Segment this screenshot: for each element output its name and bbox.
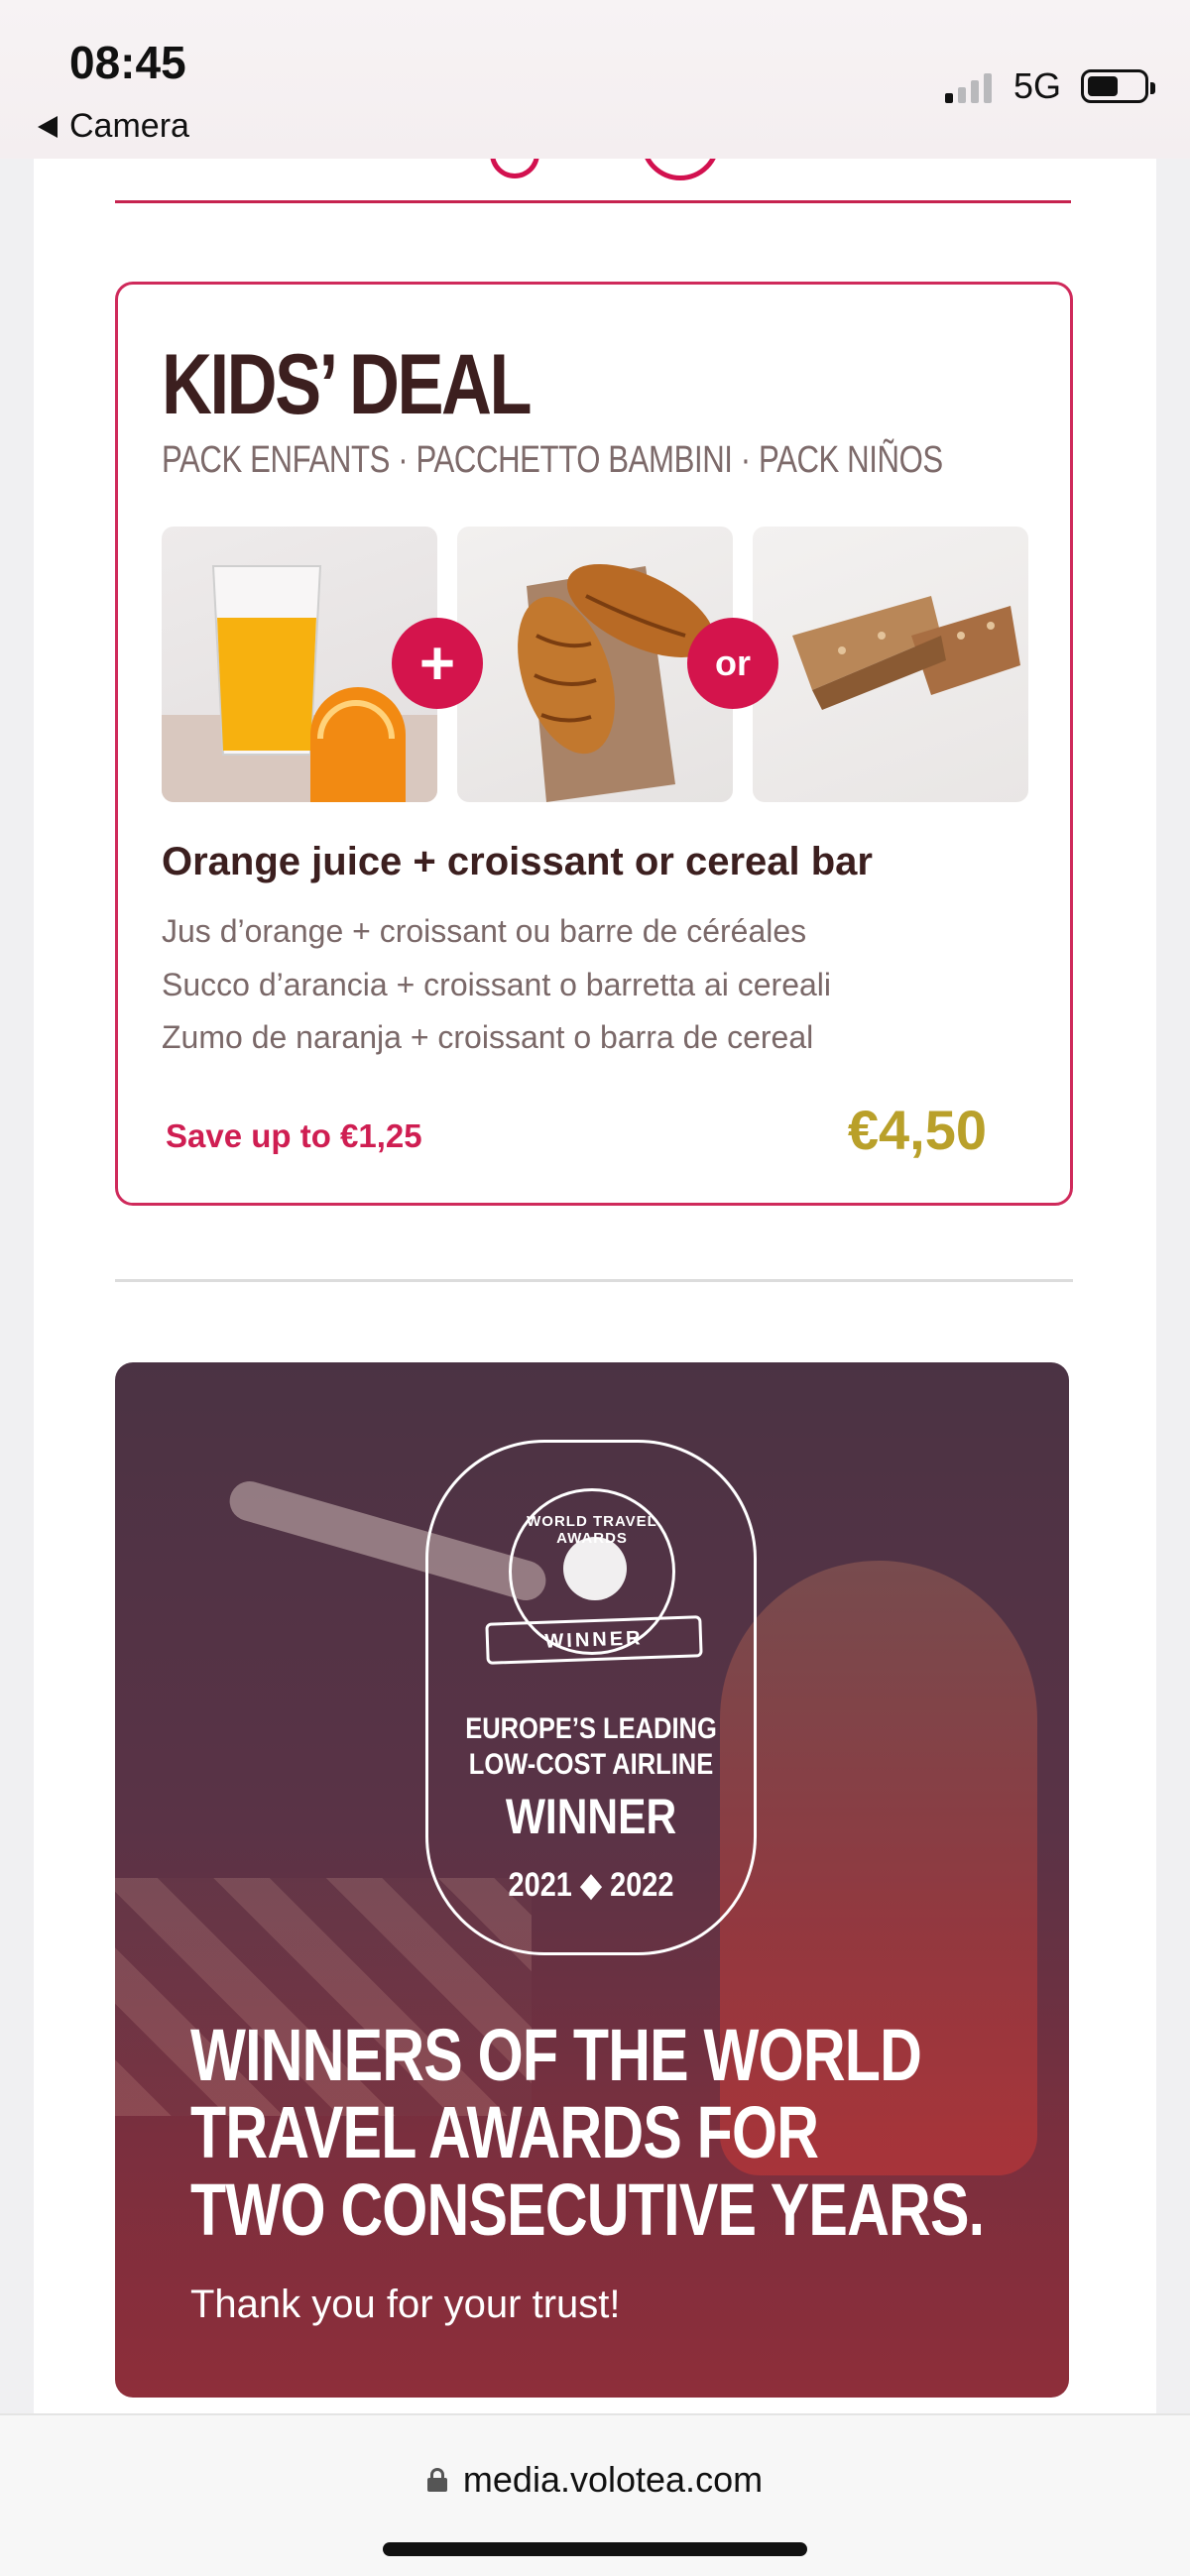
savings-text: Save up to €1,25 <box>166 1117 422 1154</box>
cropped-icon-right <box>641 159 720 180</box>
or-badge: or <box>687 618 778 709</box>
plus-icon: + <box>392 618 483 709</box>
lock-icon <box>426 2468 447 2492</box>
headline-line-3: TWO CONSECUTIVE YEARS. <box>190 2168 985 2251</box>
deal-heading: Orange juice + croissant or cereal bar <box>162 840 873 883</box>
award-headline: WINNERS OF THE WORLD TRAVEL AWARDS FOR T… <box>190 2014 985 2251</box>
badge-years: 2021 ◆ 2022 <box>508 1866 674 1904</box>
kids-deal-card: KIDS’ DEAL PACK ENFANTS · PACCHETTO BAMB… <box>115 282 1073 1206</box>
headline-line-2: TRAVEL AWARDS FOR <box>190 2091 819 2173</box>
battery-icon <box>1081 69 1155 103</box>
globe-icon <box>563 1537 627 1600</box>
status-bar: 08:45 Camera 5G <box>0 0 1190 159</box>
back-arrow-icon <box>38 115 58 138</box>
badge-line-1: EUROPE’S LEADING <box>465 1712 717 1745</box>
headline-line-1: WINNERS OF THE WORLD <box>190 2014 922 2096</box>
deal-translation-es: Zumo de naranja + croissant o barra de c… <box>162 1019 814 1055</box>
web-page-content[interactable]: KIDS’ DEAL PACK ENFANTS · PACCHETTO BAMB… <box>34 159 1156 2413</box>
deal-price: €4,50 <box>847 1099 987 1161</box>
deal-translation-fr: Jus d’orange + croissant ou barre de cér… <box>162 913 807 949</box>
network-type: 5G <box>1013 65 1062 106</box>
cellular-signal-icon <box>945 71 992 103</box>
back-app-label: Camera <box>69 107 189 145</box>
deal-title: KIDS’ DEAL <box>162 337 533 432</box>
section-divider-gray <box>115 1279 1073 1282</box>
award-thanks: Thank you for your trust! <box>190 2283 621 2326</box>
battery-fill <box>1088 76 1118 96</box>
back-to-app-button[interactable]: Camera <box>38 107 189 146</box>
badge-winner: WINNER <box>505 1789 677 1844</box>
award-badge: WORLD TRAVEL AWARDS WINNER EUROPE’S LEAD… <box>425 1440 757 1955</box>
seal-ribbon: WINNER <box>485 1615 703 1665</box>
deal-subtitle: PACK ENFANTS · PACCHETTO BAMBINI · PACK … <box>162 439 943 481</box>
badge-line-2: LOW-COST AIRLINE <box>468 1748 714 1781</box>
home-indicator[interactable] <box>383 2542 807 2556</box>
section-divider <box>115 200 1071 203</box>
status-time: 08:45 <box>69 37 186 88</box>
url-text: media.volotea.com <box>462 2459 764 2500</box>
cereal-bar-photo <box>753 527 1028 802</box>
deal-translation-it: Succo d’arancia + croissant o barretta a… <box>162 967 832 1002</box>
address-bar[interactable]: media.volotea.com <box>0 2459 1190 2501</box>
browser-bottom-bar: media.volotea.com <box>0 2413 1190 2576</box>
cropped-icon-left <box>490 159 539 178</box>
world-travel-awards-banner: WORLD TRAVEL AWARDS WINNER EUROPE’S LEAD… <box>115 1362 1069 2398</box>
